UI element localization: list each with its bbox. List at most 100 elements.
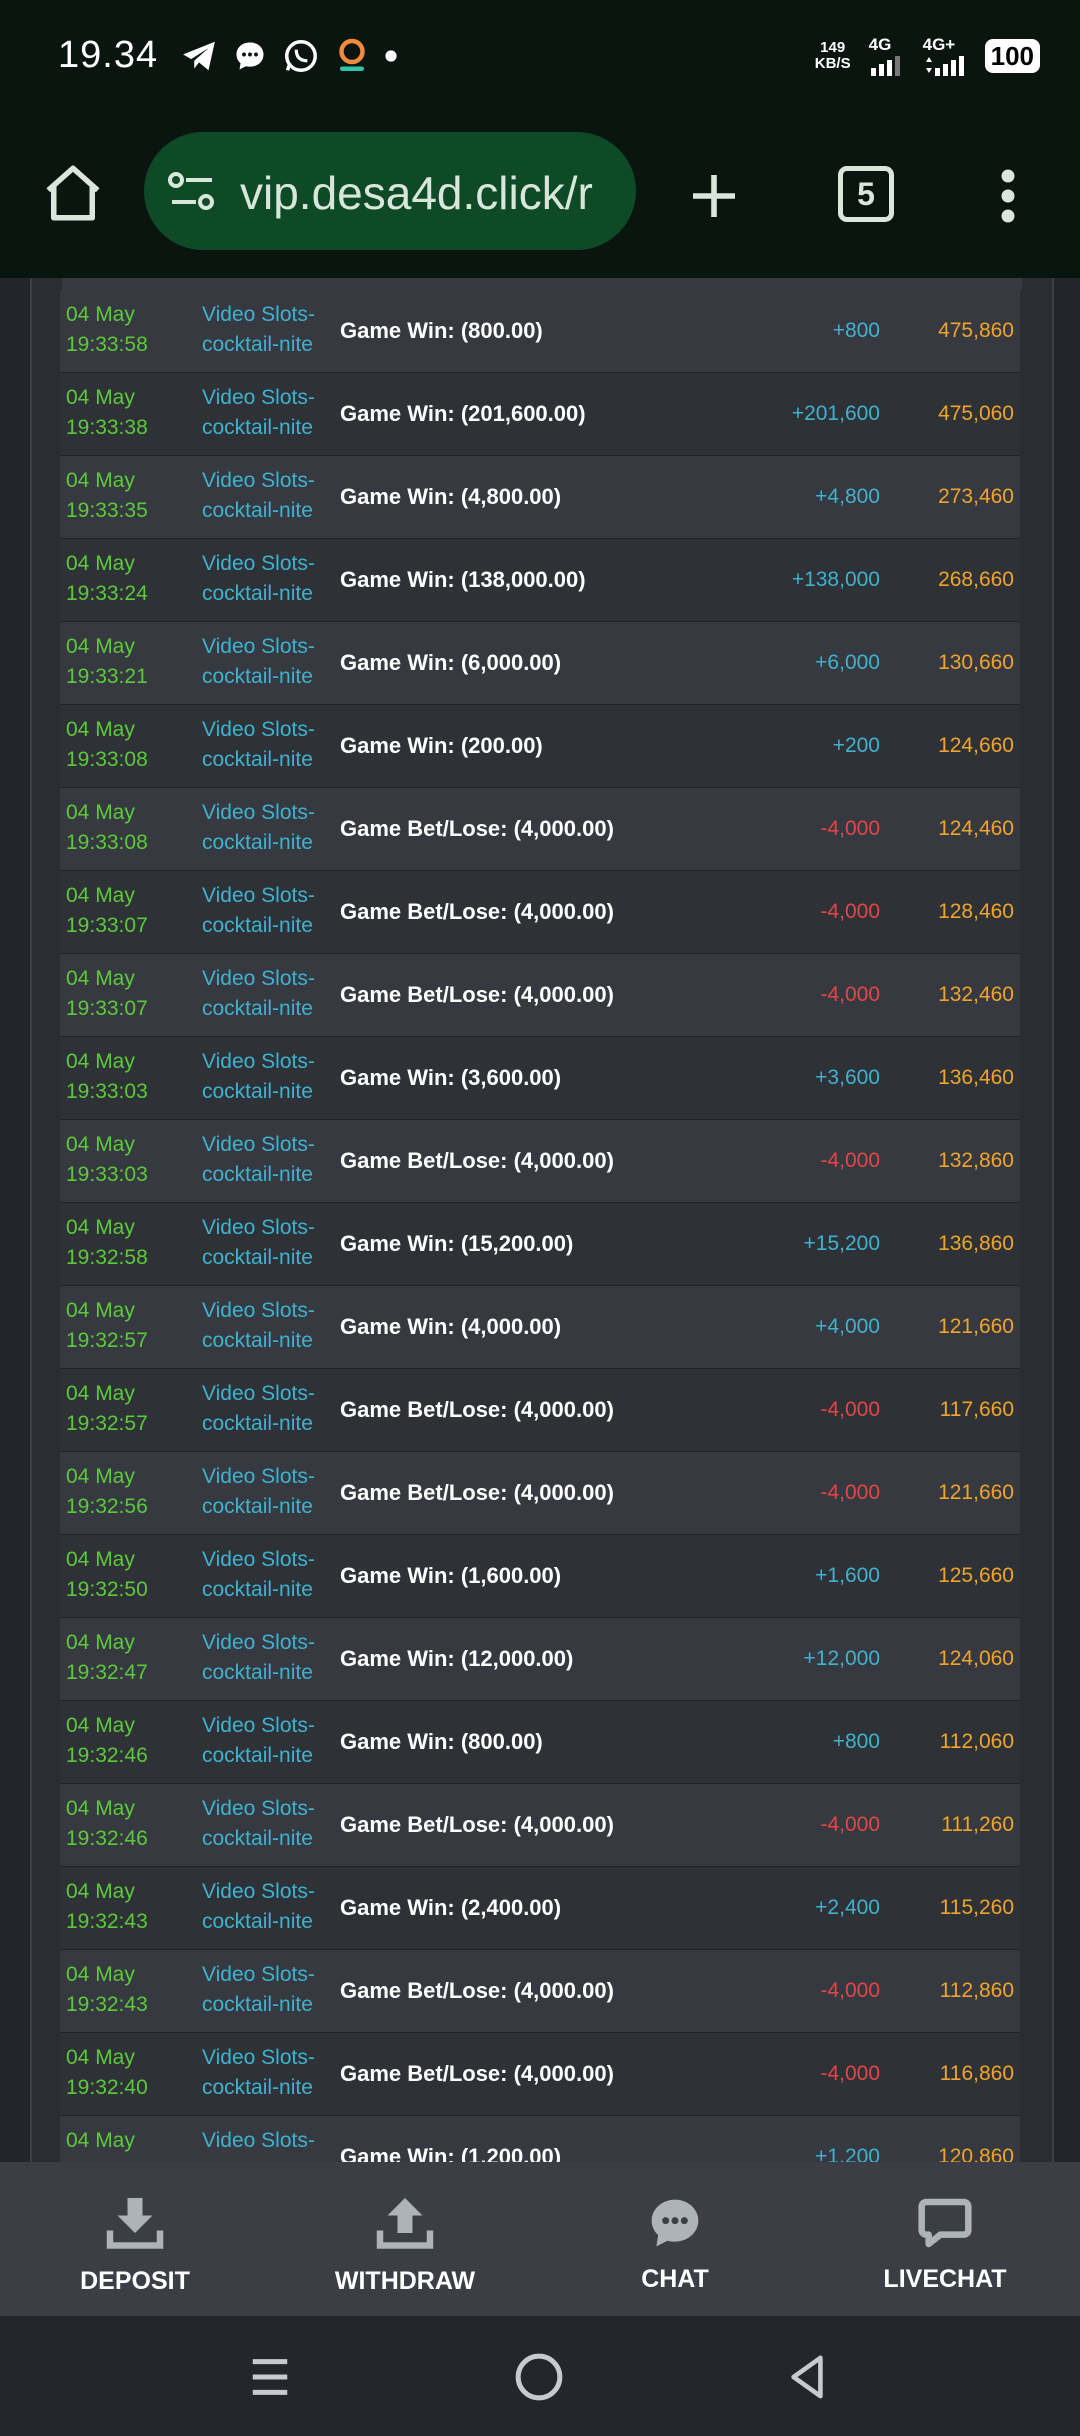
transaction-balance: 273,460 [938, 485, 1014, 508]
network-type-2: 4G+ [922, 35, 956, 54]
table-row: 04 May 19:33:21 Video Slots-cocktail-nite G… [60, 622, 1020, 705]
game-name: cocktail-nite [202, 582, 313, 605]
transaction-game: Video Slots-cocktail-nite [202, 1794, 332, 1854]
transaction-amount: -4,000 [820, 1481, 880, 1504]
withdraw-button[interactable]: WITHDRAW [270, 2162, 540, 2316]
transaction-time: 19:32:47 [66, 1661, 148, 1684]
transaction-amount: -4,000 [820, 2062, 880, 2085]
signal-bars-icon [870, 56, 900, 76]
transaction-description: Game Win: (2,400.00) [340, 1895, 562, 1920]
transaction-datetime: 04 May 19:33:08 [66, 715, 196, 775]
transaction-date: 04 May [66, 801, 135, 824]
transaction-description: Game Win: (138,000.00) [340, 567, 586, 592]
transaction-time: 19:33:58 [66, 333, 148, 356]
browser-toolbar: vip.desa4d.click/r 5 [0, 118, 1080, 280]
game-name: cocktail-nite [202, 748, 313, 771]
transaction-time: 19:33:07 [66, 914, 148, 937]
transaction-date: 04 May [66, 1382, 135, 1405]
transaction-balance: 136,860 [938, 1232, 1014, 1255]
transaction-description: Game Win: (800.00) [340, 1729, 543, 1754]
transaction-description: Game Win: (1,600.00) [340, 1563, 562, 1588]
transaction-amount: +4,000 [815, 1315, 880, 1338]
game-category: Video Slots- [202, 635, 315, 658]
download-icon [106, 2197, 164, 2249]
transaction-balance: 112,060 [939, 1730, 1014, 1753]
site-settings-icon[interactable] [168, 170, 216, 214]
transaction-datetime: 04 May 19:32:58 [66, 1213, 196, 1273]
transaction-balance: 475,060 [938, 402, 1014, 425]
transaction-balance: 268,660 [938, 568, 1014, 591]
table-row: 04 May Video Slots- Game Win: (1,200.00) +1… [60, 2116, 1020, 2162]
transaction-time: 19:33:38 [66, 416, 148, 439]
transaction-balance: 112,860 [939, 1979, 1014, 2002]
transaction-date: 04 May [66, 884, 135, 907]
table-row: 04 May 19:32:40 Video Slots-cocktail-nite G… [60, 2033, 1020, 2116]
transaction-balance: 475,860 [938, 319, 1014, 342]
transaction-amount: +200 [832, 734, 880, 757]
table-row: 04 May 19:32:57 Video Slots-cocktail-nite G… [60, 1369, 1020, 1452]
transaction-date: 04 May [66, 1548, 135, 1571]
transaction-date: 04 May [66, 1797, 135, 1820]
whatsapp-icon [285, 40, 317, 72]
livechat-button[interactable]: LIVECHAT [810, 2162, 1080, 2316]
chat-bubble-icon [651, 2199, 699, 2246]
deposit-button[interactable]: DEPOSIT [0, 2162, 270, 2316]
table-row: 04 May 19:32:46 Video Slots-cocktail-nite G… [60, 1784, 1020, 1867]
game-name: cocktail-nite [202, 1744, 313, 1767]
transaction-time: 19:32:43 [66, 1910, 148, 1933]
game-name: cocktail-nite [202, 1163, 313, 1186]
back-icon[interactable] [784, 2352, 830, 2402]
transaction-date: 04 May [66, 1050, 135, 1073]
game-name: cocktail-nite [202, 416, 313, 439]
transaction-balance: 132,460 [938, 983, 1014, 1006]
table-row: 04 May 19:33:35 Video Slots-cocktail-nite G… [60, 456, 1020, 539]
transaction-balance: 120,860 [938, 2145, 1014, 2162]
transaction-date: 04 May [66, 1963, 135, 1986]
transaction-balance: 124,660 [938, 734, 1014, 757]
transaction-date: 04 May [66, 303, 135, 326]
transaction-date: 04 May [66, 967, 135, 990]
transaction-balance: 124,460 [938, 817, 1014, 840]
chat-button[interactable]: CHAT [540, 2162, 810, 2316]
home-circle-icon[interactable] [514, 2352, 564, 2402]
transaction-description: Game Bet/Lose: (4,000.00) [340, 982, 614, 1007]
transaction-balance: 136,460 [938, 1066, 1014, 1089]
transaction-datetime: 04 May 19:33:58 [66, 300, 196, 360]
transaction-time: 19:32:46 [66, 1744, 148, 1767]
transaction-datetime: 04 May 19:33:03 [66, 1130, 196, 1190]
table-row: 04 May 19:32:47 Video Slots-cocktail-nite G… [60, 1618, 1020, 1701]
tab-switcher-button[interactable]: 5 [838, 166, 894, 222]
transaction-description: Game Bet/Lose: (4,000.00) [340, 1397, 614, 1422]
game-name: cocktail-nite [202, 1495, 313, 1518]
transaction-date: 04 May [66, 469, 135, 492]
transaction-amount: -4,000 [820, 900, 880, 923]
transaction-amount: -4,000 [820, 983, 880, 1006]
game-name: cocktail-nite [202, 1412, 313, 1435]
transaction-description: Game Bet/Lose: (4,000.00) [340, 1148, 614, 1173]
game-category: Video Slots- [202, 469, 315, 492]
dot-icon [385, 50, 397, 62]
transaction-balance: 116,860 [939, 2062, 1014, 2085]
transaction-date: 04 May [66, 386, 135, 409]
game-category: Video Slots- [202, 1133, 315, 1156]
table-row: 04 May 19:33:07 Video Slots-cocktail-nite G… [60, 954, 1020, 1037]
game-name: cocktail-nite [202, 499, 313, 522]
transaction-datetime: 04 May 19:33:07 [66, 881, 196, 941]
home-icon[interactable] [40, 160, 106, 226]
game-category: Video Slots- [202, 1797, 315, 1820]
transaction-game: Video Slots-cocktail-nite [202, 1213, 332, 1273]
table-row: 04 May 19:32:50 Video Slots-cocktail-nite G… [60, 1535, 1020, 1618]
transaction-datetime: 04 May 19:33:21 [66, 632, 196, 692]
transaction-game: Video Slots-cocktail-nite [202, 1462, 332, 1522]
transaction-datetime: 04 May 19:32:50 [66, 1545, 196, 1605]
more-menu-icon[interactable] [990, 166, 1026, 226]
new-tab-icon[interactable] [686, 168, 742, 224]
transaction-date: 04 May [66, 1133, 135, 1156]
address-bar[interactable]: vip.desa4d.click/r [144, 132, 636, 250]
transaction-datetime: 04 May 19:33:24 [66, 549, 196, 609]
recent-apps-icon[interactable] [246, 2354, 294, 2400]
transaction-datetime: 04 May 19:32:57 [66, 1296, 196, 1356]
table-row: 04 May 19:33:03 Video Slots-cocktail-nite G… [60, 1037, 1020, 1120]
transaction-time: 19:33:03 [66, 1080, 148, 1103]
transaction-date: 04 May [66, 718, 135, 741]
